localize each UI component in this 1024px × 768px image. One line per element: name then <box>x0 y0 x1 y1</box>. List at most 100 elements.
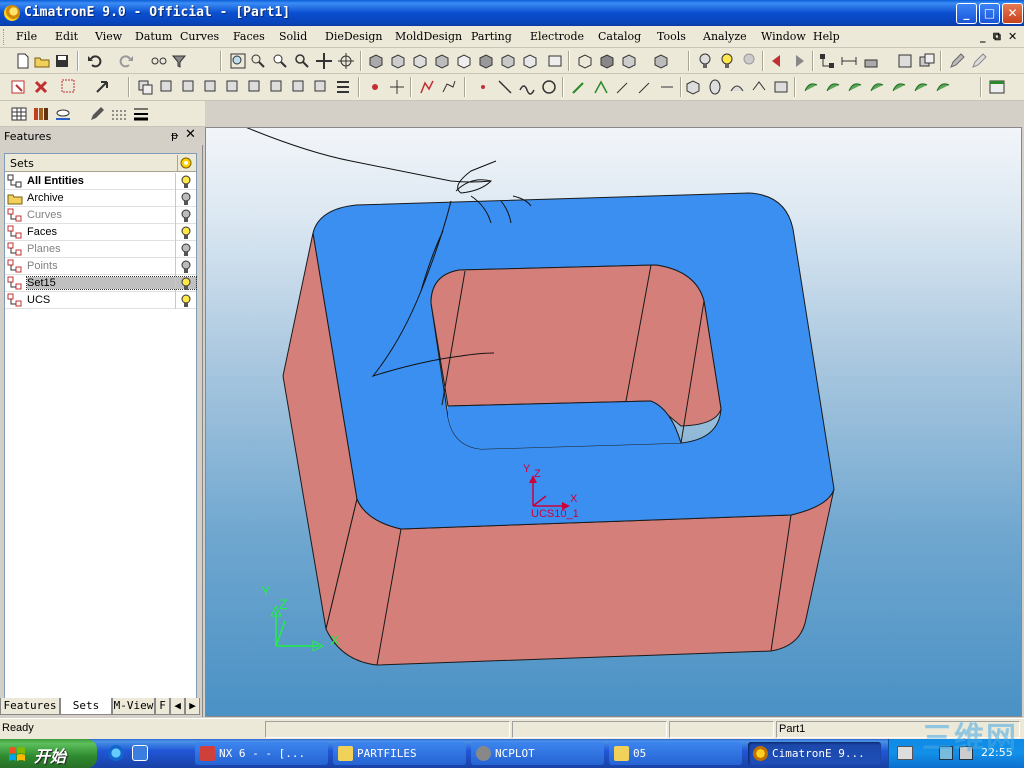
lightbulb-toggle-icon[interactable] <box>740 52 758 70</box>
tab-sets[interactable]: Sets <box>60 698 112 715</box>
mdi-restore-button[interactable]: ⧉ <box>993 30 1001 44</box>
mdi-close-button[interactable]: ✕ <box>1008 30 1017 43</box>
color-set-icon[interactable] <box>32 105 50 123</box>
sweep-icon[interactable] <box>728 78 746 96</box>
assembly-icon[interactable] <box>918 52 936 70</box>
set-row-all-entities[interactable]: All Entities <box>5 173 196 190</box>
visibility-toggle[interactable] <box>175 275 196 292</box>
view-user-icon[interactable] <box>521 52 539 70</box>
surface-fill-icon[interactable] <box>890 78 908 96</box>
line-icon[interactable] <box>496 78 514 96</box>
select-box-icon[interactable] <box>60 78 78 96</box>
visibility-toggle[interactable] <box>175 292 196 309</box>
surface-trim-icon[interactable] <box>868 78 886 96</box>
delete-x-icon[interactable] <box>32 78 50 96</box>
analyze-icon[interactable] <box>862 52 880 70</box>
pin-icon[interactable]: ᵽ <box>171 129 178 142</box>
desktop-quicklaunch-icon[interactable] <box>132 745 148 761</box>
start-button[interactable]: 开始 <box>0 739 97 768</box>
transform-list-icon[interactable] <box>334 78 352 96</box>
transform-pattern-icon[interactable] <box>290 78 308 96</box>
fillet-icon[interactable] <box>570 78 588 96</box>
visibility-toggle[interactable] <box>175 224 196 241</box>
point-icon[interactable] <box>474 78 492 96</box>
glasses-icon[interactable] <box>150 52 168 70</box>
dashed-line-icon[interactable] <box>110 105 128 123</box>
tab-scroll-right-button[interactable]: ▶ <box>185 698 200 715</box>
view-right-icon[interactable] <box>433 52 451 70</box>
pencil-alt-icon[interactable] <box>970 52 988 70</box>
show-hide-icon[interactable] <box>54 105 72 123</box>
wireframe-icon[interactable] <box>576 52 594 70</box>
menu-diedesign[interactable]: DieDesign <box>325 30 382 43</box>
task-partfiles[interactable]: PARTFILES <box>333 742 466 765</box>
line-width-icon[interactable] <box>132 105 150 123</box>
transform-rotate-icon[interactable] <box>158 78 176 96</box>
menu-parting[interactable]: Parting <box>471 30 512 43</box>
loft-icon[interactable] <box>750 78 768 96</box>
transform-offset-icon[interactable] <box>312 78 330 96</box>
menu-window[interactable]: Window <box>761 30 806 43</box>
undo-icon[interactable] <box>86 52 104 70</box>
component-icon[interactable] <box>896 52 914 70</box>
magnifier-icon[interactable] <box>293 52 311 70</box>
menu-tools[interactable]: Tools <box>657 30 686 43</box>
panel-close-button[interactable]: ✕ <box>185 127 196 142</box>
view-bottom-icon[interactable] <box>499 52 517 70</box>
transform-align-icon[interactable] <box>246 78 264 96</box>
surface-blend-icon[interactable] <box>824 78 842 96</box>
open-folder-icon[interactable] <box>33 52 51 70</box>
set-row-planes[interactable]: Planes <box>5 241 196 258</box>
menu-edit[interactable]: Edit <box>55 30 78 43</box>
tab-features[interactable]: Features <box>0 698 60 715</box>
menu-catalog[interactable]: Catalog <box>598 30 641 43</box>
curve-edit-icon[interactable] <box>440 78 458 96</box>
model-canvas[interactable] <box>206 128 1023 718</box>
transform-mirror-icon[interactable] <box>180 78 198 96</box>
save-icon[interactable] <box>53 52 71 70</box>
ie-quicklaunch-icon[interactable] <box>108 745 124 761</box>
zoom-all-icon[interactable] <box>229 52 247 70</box>
view-front-icon[interactable] <box>411 52 429 70</box>
zoom-window-icon[interactable] <box>249 52 267 70</box>
tab-f[interactable]: F <box>155 698 170 715</box>
arc-icon[interactable] <box>518 78 536 96</box>
break-icon[interactable] <box>636 78 654 96</box>
view-settings-icon[interactable] <box>546 52 564 70</box>
arrow-right-icon[interactable] <box>790 52 808 70</box>
close-button[interactable]: ✕ <box>1002 3 1023 24</box>
shaded-icon[interactable] <box>598 52 616 70</box>
point-set-icon[interactable] <box>366 78 384 96</box>
transform-scale-icon[interactable] <box>202 78 220 96</box>
menu-electrode[interactable]: Electrode <box>530 30 584 43</box>
menu-curves[interactable]: Curves <box>180 30 219 43</box>
render-mode-icon[interactable] <box>652 52 670 70</box>
sketch-icon[interactable] <box>418 78 436 96</box>
redo-icon[interactable] <box>117 52 135 70</box>
menu-help[interactable]: Help <box>813 30 840 43</box>
view-back-icon[interactable] <box>477 52 495 70</box>
zoom-icon[interactable] <box>271 52 289 70</box>
extend-icon[interactable] <box>614 78 632 96</box>
datum-icon[interactable] <box>388 78 406 96</box>
measure-icon[interactable] <box>840 52 858 70</box>
menu-view[interactable]: View <box>95 30 122 43</box>
set-row-archive[interactable]: Archive <box>5 190 196 207</box>
circle-icon[interactable] <box>540 78 558 96</box>
trim-icon[interactable] <box>592 78 610 96</box>
menu-faces[interactable]: Faces <box>233 30 265 43</box>
transform-copy-icon[interactable] <box>136 78 154 96</box>
refresh-visibility-icon[interactable] <box>177 155 193 171</box>
visibility-toggle[interactable] <box>175 173 196 190</box>
task-nx[interactable]: NX 6 - - [... <box>195 742 328 765</box>
task-ncplot[interactable]: NCPLOT <box>471 742 604 765</box>
set-row-points[interactable]: Points <box>5 258 196 275</box>
set-row-ucs[interactable]: UCS <box>5 292 196 309</box>
tab-mview[interactable]: M-View <box>112 698 155 715</box>
edit-pen-icon[interactable] <box>88 105 106 123</box>
menu-solid[interactable]: Solid <box>279 30 307 43</box>
transform-place-icon[interactable] <box>268 78 286 96</box>
tree-icon[interactable] <box>818 52 836 70</box>
surface-offset-icon[interactable] <box>846 78 864 96</box>
pencil-icon[interactable] <box>948 52 966 70</box>
